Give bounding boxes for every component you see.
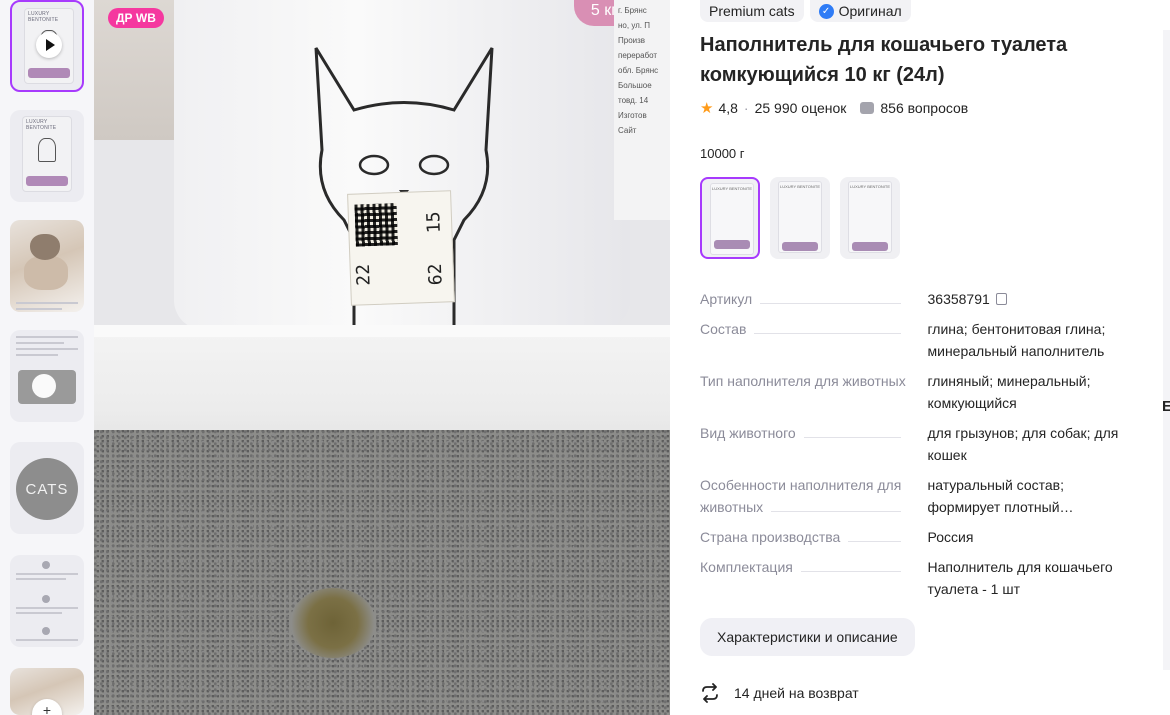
original-badge[interactable]: ✓ Оригинал xyxy=(809,0,911,22)
spec-key: Состав xyxy=(700,321,755,337)
spec-row: Комплектация Наполнитель для кошачьего т… xyxy=(700,556,1140,600)
reviews-count[interactable]: 25 990 оценок xyxy=(755,100,847,116)
return-policy[interactable]: 14 дней на возврат xyxy=(700,683,859,703)
brand-link[interactable]: Premium cats xyxy=(700,0,804,22)
spec-key: Комплектация xyxy=(700,559,801,575)
spec-row: Состав глина; бентонитовая глина; минера… xyxy=(700,318,1140,362)
thumbnail-cat-photo-2[interactable]: + xyxy=(10,668,84,715)
spec-row: Вид животного для грызунов; для собак; д… xyxy=(700,422,1140,466)
spec-row: Особенности наполнителя для животных нат… xyxy=(700,474,1140,518)
thumbnail-cat-photo[interactable] xyxy=(10,220,84,312)
thumbnail-scoop[interactable] xyxy=(10,330,84,422)
return-policy-label: 14 дней на возврат xyxy=(734,685,859,701)
edge-glyph: Е xyxy=(1162,398,1170,415)
promo-badge: ДР WB xyxy=(108,8,164,28)
spec-key: Тип наполнителя для животных xyxy=(700,373,914,389)
brand-row: Premium cats ✓ Оригинал xyxy=(700,0,911,22)
brand-name: Premium cats xyxy=(709,3,795,19)
variant-option[interactable]: LUXURY BENTONITE xyxy=(700,177,760,259)
thumbnail-video[interactable]: LUXURY BENTONITE xyxy=(10,0,84,92)
rating-value: 4,8 xyxy=(718,100,738,116)
check-badge-icon: ✓ xyxy=(818,3,834,19)
specs-table: Артикул 36358791 Состав глина; бентонито… xyxy=(700,288,1140,608)
spec-row: Артикул 36358791 xyxy=(700,288,1140,310)
weight-option-label: 10000 г xyxy=(700,146,745,161)
batch-sticker: 22 15 62 xyxy=(347,190,455,306)
thumb-bag-label: LUXURY BENTONITE xyxy=(28,11,59,23)
variant-option[interactable]: LUXURY BENTONITE xyxy=(840,177,900,259)
spec-row: Страна производства Россия xyxy=(700,526,1140,548)
spec-row: Тип наполнителя для животных глиняный; м… xyxy=(700,370,1140,414)
cats-logo: CATS xyxy=(16,458,78,520)
gallery-thumbnails: LUXURY BENTONITE LUXURY BENTONITE CATS + xyxy=(0,0,94,715)
article-number: 36358791 xyxy=(927,291,990,307)
spec-key: Страна производства xyxy=(700,529,849,545)
variant-option[interactable]: LUXURY BENTONITE xyxy=(770,177,830,259)
spec-value: глина; бентонитовая глина; минеральный н… xyxy=(927,321,1106,359)
thumb-bag-label: LUXURY BENTONITE xyxy=(26,119,57,131)
rating-row[interactable]: ★ 4,8 · 25 990 оценок 856 вопросов xyxy=(700,99,968,117)
product-info-panel: Premium cats ✓ Оригинал Наполнитель для … xyxy=(670,0,1170,715)
bag-side-text: г. Брянс но, ул. П Произв переработ обл.… xyxy=(614,0,670,220)
thumbnail-bag[interactable]: LUXURY BENTONITE xyxy=(10,110,84,202)
separator-dot: · xyxy=(743,100,749,116)
qr-code xyxy=(354,203,398,247)
main-product-photo[interactable]: 5 кг г. Брянс но, ул. П Произв переработ… xyxy=(94,0,670,715)
copy-icon[interactable] xyxy=(995,293,1007,305)
spec-key: Особенности наполнителя для животных xyxy=(700,477,902,515)
spec-key: Артикул xyxy=(700,291,761,307)
spec-value: Наполнитель для кошачьего туалета - 1 шт xyxy=(927,559,1113,597)
spec-value: Россия xyxy=(927,529,974,545)
original-label: Оригинал xyxy=(838,3,902,19)
spec-value: натуральный состав; формирует плотный… xyxy=(927,477,1074,515)
question-bubble-icon xyxy=(860,102,875,114)
thumbnail-logo[interactable]: CATS xyxy=(10,442,84,534)
product-title: Наполнитель для кошачьего туалета комкую… xyxy=(700,34,1068,86)
thumb-bag-image: LUXURY BENTONITE xyxy=(22,116,72,192)
thumbnail-info[interactable] xyxy=(10,555,84,647)
litter-clump xyxy=(290,588,376,658)
adjacent-panel-edge xyxy=(1163,30,1170,670)
play-icon[interactable] xyxy=(36,32,62,58)
variant-selector: LUXURY BENTONITE LUXURY BENTONITE LUXURY… xyxy=(700,177,900,259)
star-icon: ★ xyxy=(700,100,714,117)
spec-value: для грызунов; для собак; для кошек xyxy=(927,425,1119,463)
questions-count[interactable]: 856 вопросов xyxy=(880,100,968,116)
return-arrows-icon xyxy=(702,683,718,703)
spec-value: глиняный; минеральный; комкующийся xyxy=(927,373,1091,411)
spec-key: Вид животного xyxy=(700,425,804,441)
characteristics-button[interactable]: Характеристики и описание xyxy=(700,618,915,656)
litter-granules xyxy=(94,430,670,715)
